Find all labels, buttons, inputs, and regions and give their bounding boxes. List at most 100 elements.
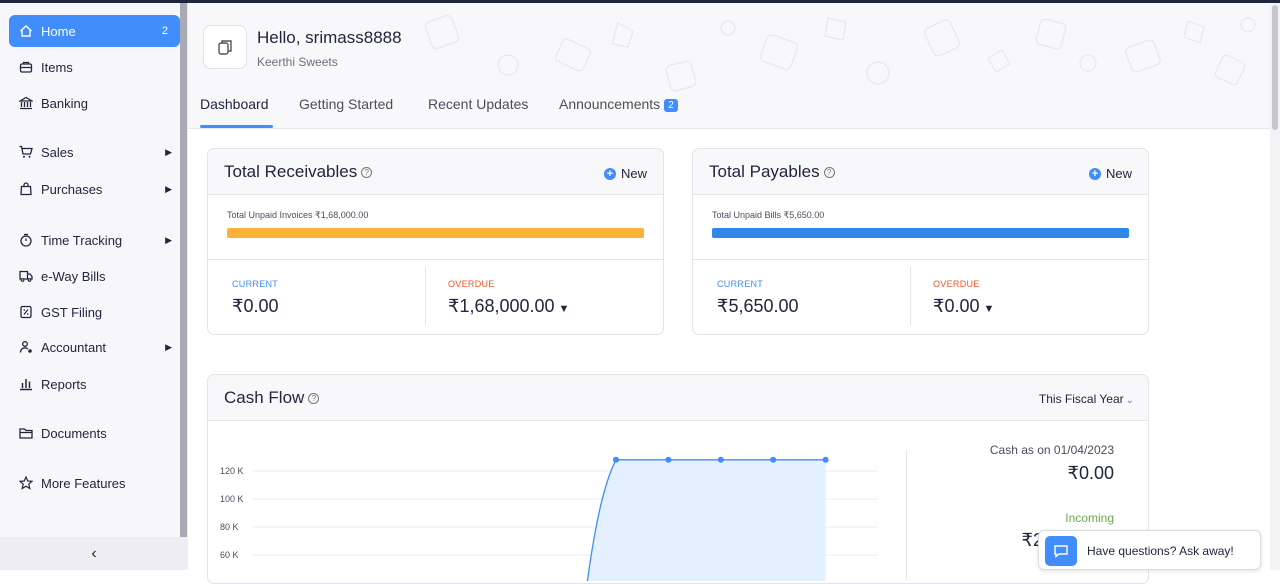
sidebar-item-more-features[interactable]: More Features xyxy=(9,467,180,499)
card-title: Cash Flow? xyxy=(224,388,320,408)
data-point[interactable] xyxy=(717,456,724,463)
tab-getting-started[interactable]: Getting Started xyxy=(299,96,393,112)
cash-value: ₹0.00 xyxy=(1067,463,1115,483)
total-payables-card: Total Payables? + New Total Unpaid Bills… xyxy=(692,148,1149,335)
active-tab-indicator xyxy=(200,125,273,128)
card-title: Total Payables? xyxy=(709,162,835,182)
help-label: Have questions? Ask away! xyxy=(1087,544,1234,558)
cash-flow-area xyxy=(587,459,826,581)
period-label: This Fiscal Year xyxy=(1038,392,1124,406)
current-label: CURRENT xyxy=(232,279,279,289)
chevron-left-icon: ‹ xyxy=(91,544,97,562)
incoming-label: Incoming xyxy=(1065,511,1114,525)
collapse-sidebar-button[interactable]: ‹ xyxy=(0,537,188,570)
sidebar-item-label: Accountant xyxy=(41,339,107,355)
sidebar-item-accountant[interactable]: Accountant ▶ xyxy=(9,331,180,363)
current-amount[interactable]: ₹5,650.00 xyxy=(717,296,799,317)
stopwatch-icon xyxy=(18,232,34,248)
plus-circle-icon: + xyxy=(603,167,616,180)
overdue-value: ₹1,68,000.00 xyxy=(448,296,555,316)
divider xyxy=(910,267,911,325)
caret-right-icon: ▶ xyxy=(165,183,172,194)
new-label: New xyxy=(1105,166,1132,181)
divider xyxy=(693,259,1148,260)
sidebar-scrollbar[interactable] xyxy=(180,3,188,570)
data-point[interactable] xyxy=(770,456,777,463)
caret-right-icon: ▶ xyxy=(165,234,172,245)
sidebar-item-label: More Features xyxy=(41,475,126,491)
cash-as-on-label: Cash as on 01/04/2023 xyxy=(989,443,1114,457)
cash-flow-chart: 120 K 100 K 80 K 60 K xyxy=(220,456,878,581)
main-scrollbar-thumb[interactable] xyxy=(1272,5,1278,130)
new-invoice-button[interactable]: + New xyxy=(603,166,647,181)
sidebar-item-reports[interactable]: Reports xyxy=(9,368,180,400)
items-icon xyxy=(18,59,34,75)
tab-dashboard[interactable]: Dashboard xyxy=(200,96,269,112)
receivables-progress-bar[interactable] xyxy=(227,228,644,238)
data-point[interactable] xyxy=(822,456,829,463)
sidebar-item-items[interactable]: Items xyxy=(9,51,180,83)
tab-label: Announcements xyxy=(559,96,661,112)
star-icon xyxy=(18,475,34,491)
home-icon xyxy=(18,23,34,39)
help-icon[interactable]: ? xyxy=(361,167,373,178)
main-scrollbar[interactable] xyxy=(1270,3,1280,570)
building-icon xyxy=(218,40,232,55)
sidebar-item-label: Items xyxy=(41,59,73,75)
dashboard-header: Hello, srimass8888 Keerthi Sweets Dashbo… xyxy=(188,3,1270,129)
cash-flow-card: Cash Flow? This Fiscal Year ⌄ 120 K 100 K 8… xyxy=(207,374,1149,584)
sidebar-item-label: Time Tracking xyxy=(41,232,123,248)
card-header: Total Receivables? + New xyxy=(208,149,663,195)
sidebar-item-documents[interactable]: Documents xyxy=(9,417,180,449)
sidebar-item-label: Reports xyxy=(41,376,87,392)
help-icon[interactable]: ? xyxy=(823,167,835,178)
caret-down-icon: ▼ xyxy=(558,303,570,315)
sidebar-item-time-tracking[interactable]: Time Tracking ▶ xyxy=(9,224,180,256)
sidebar-item-eway-bills[interactable]: e-Way Bills xyxy=(9,260,180,292)
folder-icon xyxy=(18,425,34,441)
y-tick-label: 80 K xyxy=(220,522,239,532)
home-badge: 2 xyxy=(161,25,168,37)
sidebar: Home 2 Items Banking Sales ▶ Purchases ▶… xyxy=(0,3,180,570)
organization-name: Keerthi Sweets xyxy=(257,55,338,69)
data-point[interactable] xyxy=(613,456,619,463)
y-tick-label: 100 K xyxy=(220,494,244,504)
caret-right-icon: ▶ xyxy=(165,341,172,352)
truck-icon xyxy=(18,268,34,284)
sidebar-item-label: e-Way Bills xyxy=(41,268,106,284)
sidebar-item-home[interactable]: Home 2 xyxy=(9,15,180,47)
sidebar-scrollbar-thumb[interactable] xyxy=(180,3,187,538)
sidebar-item-purchases[interactable]: Purchases ▶ xyxy=(9,173,180,205)
overdue-label: OVERDUE xyxy=(448,279,495,289)
sidebar-item-sales[interactable]: Sales ▶ xyxy=(9,136,180,168)
tab-recent-updates[interactable]: Recent Updates xyxy=(428,96,528,112)
help-icon[interactable]: ? xyxy=(308,393,320,404)
plus-circle-icon: + xyxy=(1088,167,1101,180)
sidebar-item-label: Home xyxy=(41,23,76,39)
tab-announcements[interactable]: Announcements 2 xyxy=(559,96,678,112)
sidebar-item-label: GST Filing xyxy=(41,304,103,320)
data-point[interactable] xyxy=(665,456,672,463)
divider xyxy=(425,267,426,325)
unpaid-bills-label: Total Unpaid Bills ₹5,650.00 xyxy=(712,210,825,220)
bank-icon xyxy=(18,95,34,111)
payables-progress-bar[interactable] xyxy=(712,228,1129,238)
greeting-title: Hello, srimass8888 xyxy=(257,28,402,47)
unpaid-invoices-label: Total Unpaid Invoices ₹1,68,000.00 xyxy=(227,210,369,220)
help-chat-widget[interactable]: Have questions? Ask away! xyxy=(1038,530,1261,570)
sidebar-item-banking[interactable]: Banking xyxy=(9,87,180,119)
cart-icon xyxy=(18,144,34,160)
organization-logo[interactable] xyxy=(203,25,247,69)
chevron-down-icon: ⌄ xyxy=(1125,395,1134,406)
period-dropdown[interactable]: This Fiscal Year ⌄ xyxy=(1039,392,1134,406)
overdue-amount[interactable]: ₹1,68,000.00 ▼ xyxy=(448,296,569,317)
overdue-amount[interactable]: ₹0.00 ▼ xyxy=(933,296,994,317)
current-amount[interactable]: ₹0.00 xyxy=(232,296,279,317)
receivables-title: Total Receivables xyxy=(224,162,358,181)
sidebar-item-label: Banking xyxy=(41,95,88,111)
sidebar-item-gst-filing[interactable]: GST Filing xyxy=(9,296,180,328)
new-bill-button[interactable]: + New xyxy=(1088,166,1132,181)
caret-down-icon: ▼ xyxy=(983,303,995,315)
bag-icon xyxy=(18,181,34,197)
card-header: Total Payables? + New xyxy=(693,149,1148,195)
